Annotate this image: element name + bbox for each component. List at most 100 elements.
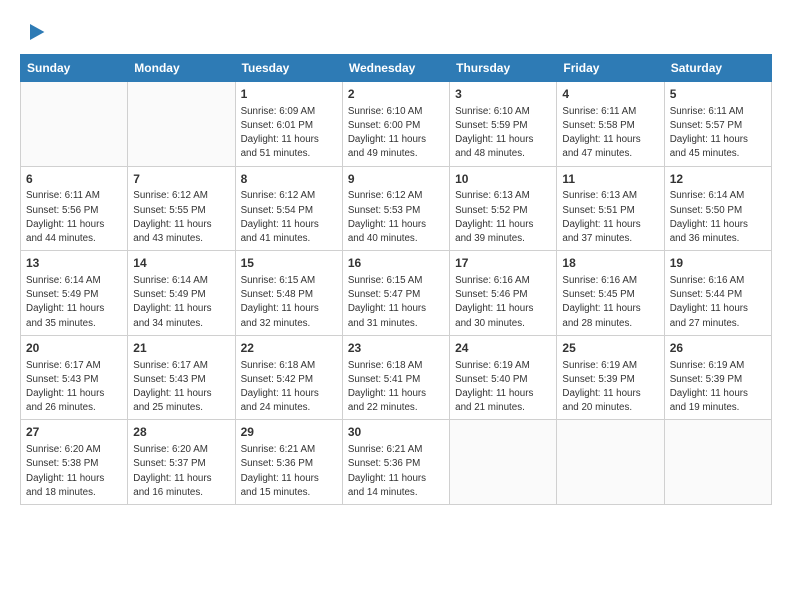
calendar-week-row: 27 Sunrise: 6:20 AM Sunset: 5:38 PM Dayli… bbox=[21, 420, 772, 505]
day-number: 7 bbox=[133, 171, 229, 188]
day-info: Sunrise: 6:12 AM Sunset: 5:54 PM Dayligh… bbox=[241, 189, 337, 246]
calendar-table: SundayMondayTuesdayWednesdayThursdayFrid… bbox=[20, 54, 772, 505]
day-number: 15 bbox=[241, 255, 337, 272]
day-number: 22 bbox=[241, 340, 337, 357]
calendar-day-cell: 14 Sunrise: 6:14 AM Sunset: 5:49 PM Dayli… bbox=[128, 251, 235, 336]
day-info: Sunrise: 6:16 AM Sunset: 5:44 PM Dayligh… bbox=[670, 274, 766, 331]
day-info: Sunrise: 6:14 AM Sunset: 5:49 PM Dayligh… bbox=[26, 274, 122, 331]
calendar-day-cell bbox=[450, 420, 557, 505]
calendar-week-row: 1 Sunrise: 6:09 AM Sunset: 6:01 PM Daylig… bbox=[21, 82, 772, 167]
calendar-day-cell: 7Sunrise: 6:12 AM Sunset: 5:55 PM Daylig… bbox=[128, 166, 235, 251]
day-info: Sunrise: 6:14 AM Sunset: 5:49 PM Dayligh… bbox=[133, 274, 229, 331]
calendar-day-cell: 8Sunrise: 6:12 AM Sunset: 5:54 PM Daylig… bbox=[235, 166, 342, 251]
day-number: 8 bbox=[241, 171, 337, 188]
calendar-day-cell: 4 Sunrise: 6:11 AM Sunset: 5:58 PM Daylig… bbox=[557, 82, 664, 167]
day-number: 30 bbox=[348, 424, 444, 441]
day-info: Sunrise: 6:11 AM Sunset: 5:58 PM Dayligh… bbox=[562, 105, 658, 162]
day-number: 14 bbox=[133, 255, 229, 272]
weekday-header: Wednesday bbox=[342, 55, 449, 82]
day-info: Sunrise: 6:10 AM Sunset: 6:00 PM Dayligh… bbox=[348, 105, 444, 162]
day-number: 9 bbox=[348, 171, 444, 188]
calendar-day-cell: 24 Sunrise: 6:19 AM Sunset: 5:40 PM Dayli… bbox=[450, 335, 557, 420]
day-number: 6 bbox=[26, 171, 122, 188]
day-number: 1 bbox=[241, 86, 337, 103]
day-number: 4 bbox=[562, 86, 658, 103]
day-info: Sunrise: 6:19 AM Sunset: 5:39 PM Dayligh… bbox=[670, 359, 766, 416]
calendar-week-row: 6Sunrise: 6:11 AM Sunset: 5:56 PM Daylig… bbox=[21, 166, 772, 251]
day-info: Sunrise: 6:12 AM Sunset: 5:53 PM Dayligh… bbox=[348, 189, 444, 246]
day-number: 12 bbox=[670, 171, 766, 188]
day-info: Sunrise: 6:18 AM Sunset: 5:41 PM Dayligh… bbox=[348, 359, 444, 416]
calendar-day-cell: 11Sunrise: 6:13 AM Sunset: 5:51 PM Dayli… bbox=[557, 166, 664, 251]
day-number: 23 bbox=[348, 340, 444, 357]
calendar-day-cell bbox=[557, 420, 664, 505]
day-info: Sunrise: 6:17 AM Sunset: 5:43 PM Dayligh… bbox=[26, 359, 122, 416]
day-info: Sunrise: 6:20 AM Sunset: 5:38 PM Dayligh… bbox=[26, 443, 122, 500]
day-info: Sunrise: 6:11 AM Sunset: 5:56 PM Dayligh… bbox=[26, 189, 122, 246]
calendar-day-cell: 26Sunrise: 6:19 AM Sunset: 5:39 PM Dayli… bbox=[664, 335, 771, 420]
day-number: 18 bbox=[562, 255, 658, 272]
day-number: 5 bbox=[670, 86, 766, 103]
day-info: Sunrise: 6:20 AM Sunset: 5:37 PM Dayligh… bbox=[133, 443, 229, 500]
calendar-day-cell: 29 Sunrise: 6:21 AM Sunset: 5:36 PM Dayli… bbox=[235, 420, 342, 505]
page-header bbox=[20, 20, 772, 44]
day-info: Sunrise: 6:12 AM Sunset: 5:55 PM Dayligh… bbox=[133, 189, 229, 246]
day-info: Sunrise: 6:21 AM Sunset: 5:36 PM Dayligh… bbox=[241, 443, 337, 500]
calendar-day-cell: 9Sunrise: 6:12 AM Sunset: 5:53 PM Daylig… bbox=[342, 166, 449, 251]
day-info: Sunrise: 6:16 AM Sunset: 5:46 PM Dayligh… bbox=[455, 274, 551, 331]
calendar-day-cell: 22 Sunrise: 6:18 AM Sunset: 5:42 PM Dayli… bbox=[235, 335, 342, 420]
calendar-day-cell: 17Sunrise: 6:16 AM Sunset: 5:46 PM Dayli… bbox=[450, 251, 557, 336]
day-info: Sunrise: 6:19 AM Sunset: 5:40 PM Dayligh… bbox=[455, 359, 551, 416]
calendar-day-cell: 16 Sunrise: 6:15 AM Sunset: 5:47 PM Dayli… bbox=[342, 251, 449, 336]
calendar-day-cell: 30Sunrise: 6:21 AM Sunset: 5:36 PM Dayli… bbox=[342, 420, 449, 505]
calendar-day-cell: 13 Sunrise: 6:14 AM Sunset: 5:49 PM Dayli… bbox=[21, 251, 128, 336]
day-info: Sunrise: 6:15 AM Sunset: 5:48 PM Dayligh… bbox=[241, 274, 337, 331]
calendar-day-cell: 15 Sunrise: 6:15 AM Sunset: 5:48 PM Dayli… bbox=[235, 251, 342, 336]
calendar-day-cell bbox=[664, 420, 771, 505]
weekday-header: Friday bbox=[557, 55, 664, 82]
calendar-day-cell: 23 Sunrise: 6:18 AM Sunset: 5:41 PM Dayli… bbox=[342, 335, 449, 420]
day-number: 19 bbox=[670, 255, 766, 272]
day-info: Sunrise: 6:17 AM Sunset: 5:43 PM Dayligh… bbox=[133, 359, 229, 416]
day-number: 13 bbox=[26, 255, 122, 272]
day-info: Sunrise: 6:11 AM Sunset: 5:57 PM Dayligh… bbox=[670, 105, 766, 162]
day-number: 25 bbox=[562, 340, 658, 357]
calendar-day-cell: 3 Sunrise: 6:10 AM Sunset: 5:59 PM Daylig… bbox=[450, 82, 557, 167]
logo-icon bbox=[22, 20, 46, 44]
day-info: Sunrise: 6:09 AM Sunset: 6:01 PM Dayligh… bbox=[241, 105, 337, 162]
calendar-day-cell: 2Sunrise: 6:10 AM Sunset: 6:00 PM Daylig… bbox=[342, 82, 449, 167]
calendar-day-cell: 12Sunrise: 6:14 AM Sunset: 5:50 PM Dayli… bbox=[664, 166, 771, 251]
calendar-day-cell: 21 Sunrise: 6:17 AM Sunset: 5:43 PM Dayli… bbox=[128, 335, 235, 420]
calendar-header-row: SundayMondayTuesdayWednesdayThursdayFrid… bbox=[21, 55, 772, 82]
calendar-day-cell: 28 Sunrise: 6:20 AM Sunset: 5:37 PM Dayli… bbox=[128, 420, 235, 505]
calendar-day-cell bbox=[21, 82, 128, 167]
calendar-day-cell: 10Sunrise: 6:13 AM Sunset: 5:52 PM Dayli… bbox=[450, 166, 557, 251]
logo bbox=[20, 20, 46, 44]
weekday-header: Monday bbox=[128, 55, 235, 82]
day-info: Sunrise: 6:13 AM Sunset: 5:52 PM Dayligh… bbox=[455, 189, 551, 246]
calendar-day-cell: 18 Sunrise: 6:16 AM Sunset: 5:45 PM Dayli… bbox=[557, 251, 664, 336]
day-number: 29 bbox=[241, 424, 337, 441]
calendar-day-cell: 5 Sunrise: 6:11 AM Sunset: 5:57 PM Daylig… bbox=[664, 82, 771, 167]
day-info: Sunrise: 6:16 AM Sunset: 5:45 PM Dayligh… bbox=[562, 274, 658, 331]
day-info: Sunrise: 6:13 AM Sunset: 5:51 PM Dayligh… bbox=[562, 189, 658, 246]
day-number: 24 bbox=[455, 340, 551, 357]
calendar-day-cell bbox=[128, 82, 235, 167]
calendar-week-row: 20Sunrise: 6:17 AM Sunset: 5:43 PM Dayli… bbox=[21, 335, 772, 420]
day-number: 3 bbox=[455, 86, 551, 103]
weekday-header: Thursday bbox=[450, 55, 557, 82]
day-number: 28 bbox=[133, 424, 229, 441]
calendar-week-row: 13 Sunrise: 6:14 AM Sunset: 5:49 PM Dayli… bbox=[21, 251, 772, 336]
day-info: Sunrise: 6:18 AM Sunset: 5:42 PM Dayligh… bbox=[241, 359, 337, 416]
calendar-day-cell: 6Sunrise: 6:11 AM Sunset: 5:56 PM Daylig… bbox=[21, 166, 128, 251]
calendar-day-cell: 25Sunrise: 6:19 AM Sunset: 5:39 PM Dayli… bbox=[557, 335, 664, 420]
day-info: Sunrise: 6:15 AM Sunset: 5:47 PM Dayligh… bbox=[348, 274, 444, 331]
day-number: 27 bbox=[26, 424, 122, 441]
day-number: 11 bbox=[562, 171, 658, 188]
day-info: Sunrise: 6:14 AM Sunset: 5:50 PM Dayligh… bbox=[670, 189, 766, 246]
day-number: 16 bbox=[348, 255, 444, 272]
day-number: 21 bbox=[133, 340, 229, 357]
weekday-header: Saturday bbox=[664, 55, 771, 82]
day-info: Sunrise: 6:10 AM Sunset: 5:59 PM Dayligh… bbox=[455, 105, 551, 162]
weekday-header: Tuesday bbox=[235, 55, 342, 82]
